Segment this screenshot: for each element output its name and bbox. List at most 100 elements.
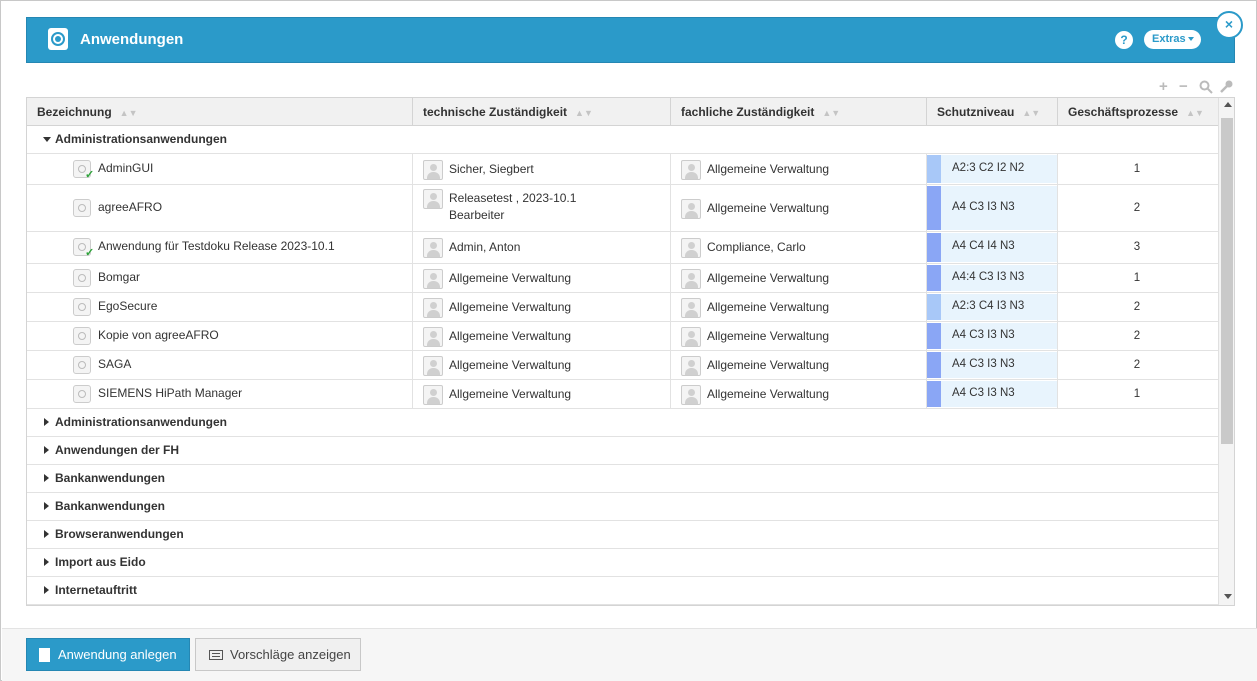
- protection-level: A4 C4 I4 N3: [952, 240, 1015, 252]
- checkmark-icon: ✓: [85, 169, 95, 181]
- protection-level-indicator: [927, 381, 941, 407]
- column-label: Geschäftsprozesse: [1068, 105, 1179, 119]
- scroll-thumb[interactable]: [1221, 118, 1233, 444]
- tech-responsible: Sicher, Siegbert: [449, 162, 534, 176]
- cell-processes: 2: [1058, 351, 1218, 379]
- person-icon: [681, 199, 701, 219]
- protection-level: A4 C3 I3 N3: [952, 387, 1015, 399]
- group-label: Administrationsanwendungen: [55, 132, 228, 146]
- cell-schutz: A4 C3 I3 N3: [927, 322, 1058, 350]
- extras-dropdown-button[interactable]: Extras: [1144, 30, 1201, 49]
- cell-schutz: A4 C3 I3 N3: [927, 351, 1058, 379]
- cell-fach: Compliance, Carlo: [671, 232, 927, 263]
- person-icon: [423, 385, 443, 405]
- cell-name: agreeAFRO: [27, 185, 413, 231]
- expand-all-icon[interactable]: +: [1159, 79, 1168, 94]
- column-header-tech[interactable]: technische Zuständigkeit ▲▼: [413, 98, 671, 126]
- tech-responsible: Allgemeine Verwaltung: [449, 387, 572, 401]
- sort-icon: ▲▼: [822, 108, 841, 118]
- cell-processes: 3: [1058, 232, 1218, 263]
- application-icon: [73, 356, 91, 374]
- wrench-icon[interactable]: [1219, 80, 1233, 94]
- close-button[interactable]: ×: [1215, 11, 1243, 39]
- applications-grid: Bezeichnung ▲▼ technische Zuständigkeit ▲▼…: [26, 97, 1235, 606]
- cell-fach: Allgemeine Verwaltung: [671, 154, 927, 184]
- cell-tech: Allgemeine Verwaltung: [413, 322, 671, 350]
- protection-level: A4 C3 I3 N3: [952, 358, 1015, 370]
- application-name[interactable]: AdminGUI: [98, 161, 153, 175]
- search-icon[interactable]: [1199, 80, 1213, 94]
- group-row-collapsed[interactable]: Import aus Eido: [27, 549, 1218, 577]
- vertical-scrollbar[interactable]: [1218, 98, 1234, 605]
- application-name[interactable]: SIEMENS HiPath Manager: [98, 386, 242, 400]
- application-icon: [73, 327, 91, 345]
- cell-name: SAGA: [27, 351, 413, 379]
- business-responsible: Allgemeine Verwaltung: [707, 329, 830, 343]
- column-header-fach[interactable]: fachliche Zuständigkeit ▲▼: [671, 98, 927, 126]
- person-icon: [681, 385, 701, 405]
- group-row-collapsed[interactable]: Anwendungen der FH: [27, 437, 1218, 465]
- process-count: 3: [1133, 241, 1141, 253]
- grid-header: Bezeichnung ▲▼ technische Zuständigkeit ▲▼…: [27, 98, 1218, 126]
- table-row[interactable]: Kopie von agreeAFRO Allgemeine Verwaltung…: [27, 322, 1218, 351]
- table-row[interactable]: SAGA Allgemeine Verwaltung Allgemeine Verw…: [27, 351, 1218, 380]
- column-header-schutz[interactable]: Schutzniveau ▲▼: [927, 98, 1058, 126]
- cell-schutz: A4 C3 I3 N3: [927, 185, 1058, 231]
- cell-tech: Sicher, Siegbert: [413, 154, 671, 184]
- scroll-up-icon[interactable]: [1224, 102, 1232, 107]
- cell-tech: Allgemeine Verwaltung: [413, 351, 671, 379]
- table-row[interactable]: ✓ AdminGUI Sicher, Siegbert Allgemeine Verw…: [27, 154, 1218, 185]
- application-name[interactable]: Bomgar: [98, 270, 140, 284]
- group-row-expanded[interactable]: Administrationsanwendungen: [27, 126, 1218, 154]
- caret-down-icon: [1187, 37, 1194, 42]
- column-header-bezeichnung[interactable]: Bezeichnung ▲▼: [27, 98, 413, 126]
- group-row-collapsed[interactable]: Internetauftritt: [27, 577, 1218, 605]
- cell-tech: Admin, Anton: [413, 232, 671, 263]
- application-name[interactable]: agreeAFRO: [98, 200, 162, 214]
- table-row[interactable]: EgoSecure Allgemeine Verwaltung Allgemeine…: [27, 293, 1218, 322]
- cell-processes: 2: [1058, 185, 1218, 231]
- person-icon: [423, 298, 443, 318]
- column-label: Bezeichnung: [37, 105, 112, 119]
- group-label: Import aus Eido: [55, 555, 146, 569]
- process-count: 2: [1133, 202, 1141, 214]
- business-responsible: Allgemeine Verwaltung: [707, 162, 830, 176]
- cell-name: Bomgar: [27, 264, 413, 292]
- process-count: 1: [1133, 388, 1141, 400]
- column-label: fachliche Zuständigkeit: [681, 105, 815, 119]
- scroll-down-icon[interactable]: [1224, 594, 1232, 599]
- table-row[interactable]: agreeAFRO Releasetest , 2023-10.1 Bearbeit…: [27, 185, 1218, 232]
- application-name[interactable]: Kopie von agreeAFRO: [98, 328, 219, 342]
- application-name[interactable]: EgoSecure: [98, 299, 157, 313]
- person-icon: [681, 356, 701, 376]
- protection-level-indicator: [927, 186, 941, 230]
- application-name[interactable]: Anwendung für Testdoku Release 2023-10.1: [98, 239, 335, 253]
- help-button[interactable]: ?: [1115, 31, 1133, 49]
- business-responsible: Allgemeine Verwaltung: [707, 358, 830, 372]
- business-responsible: Allgemeine Verwaltung: [707, 300, 830, 314]
- show-suggestions-button[interactable]: Vorschläge anzeigen: [195, 638, 361, 671]
- protection-level-indicator: [927, 352, 941, 378]
- caret-right-icon: [44, 586, 49, 594]
- application-name[interactable]: SAGA: [98, 357, 131, 371]
- collapse-all-icon[interactable]: −: [1179, 79, 1188, 94]
- group-label: Bankanwendungen: [55, 471, 166, 485]
- create-application-button[interactable]: Anwendung anlegen: [26, 638, 190, 671]
- caret-right-icon: [44, 530, 49, 538]
- process-count: 2: [1133, 330, 1141, 342]
- caret-right-icon: [44, 502, 49, 510]
- group-row-collapsed[interactable]: Administrationsanwendungen: [27, 409, 1218, 437]
- table-row[interactable]: ✓ Anwendung für Testdoku Release 2023-10.…: [27, 232, 1218, 264]
- group-row-collapsed[interactable]: Bankanwendungen: [27, 465, 1218, 493]
- table-row[interactable]: Bomgar Allgemeine Verwaltung Allgemeine Ve…: [27, 264, 1218, 293]
- cell-processes: 1: [1058, 154, 1218, 184]
- group-row-collapsed[interactable]: Browseranwendungen: [27, 521, 1218, 549]
- person-icon: [423, 238, 443, 258]
- cell-name: Kopie von agreeAFRO: [27, 322, 413, 350]
- table-row[interactable]: SIEMENS HiPath Manager Allgemeine Verwalt…: [27, 380, 1218, 409]
- person-icon: [423, 269, 443, 289]
- extras-label: Extras: [1152, 33, 1186, 45]
- group-label: Browseranwendungen: [55, 527, 184, 541]
- group-row-collapsed[interactable]: Bankanwendungen: [27, 493, 1218, 521]
- column-header-proc[interactable]: Geschäftsprozesse ▲▼: [1058, 98, 1218, 126]
